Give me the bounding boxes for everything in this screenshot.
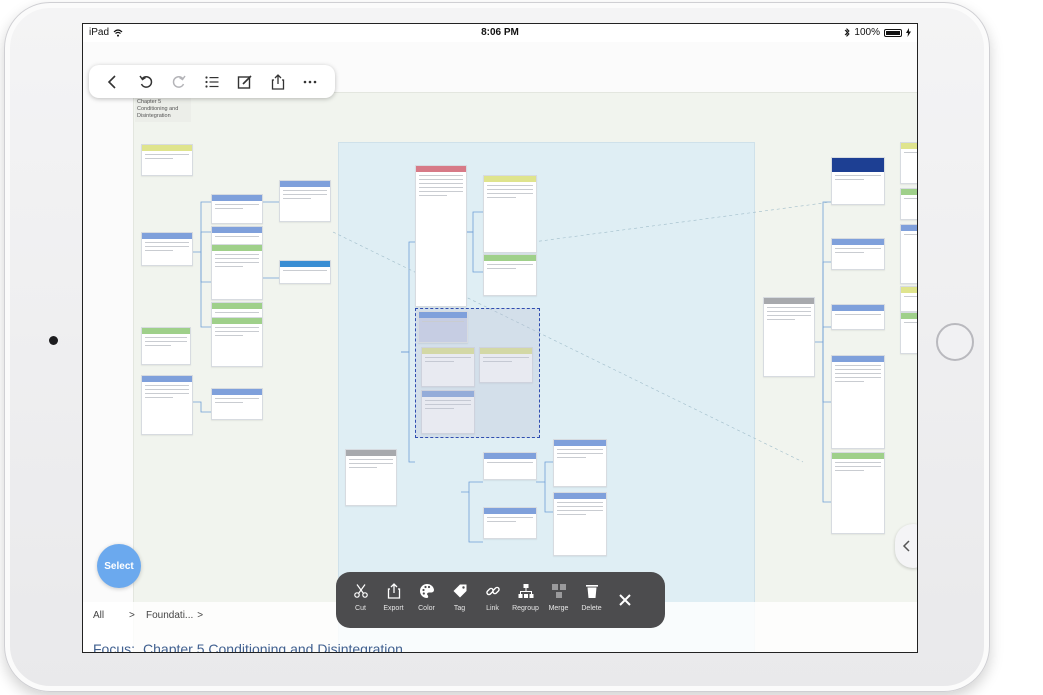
export-icon	[387, 583, 400, 599]
battery-percent: 100%	[854, 27, 880, 38]
tag-label: Tag	[453, 605, 466, 612]
note-card[interactable]	[141, 144, 193, 176]
mindmap-canvas[interactable]: Chapter 5 Conditioning and Disintegratio…	[83, 42, 917, 653]
front-camera	[49, 336, 58, 345]
charging-icon	[906, 28, 911, 37]
note-card[interactable]	[141, 327, 191, 365]
battery-icon	[884, 28, 902, 37]
breadcrumb-trailing-separator: >	[197, 610, 204, 621]
tag-action[interactable]: Tag	[443, 578, 476, 622]
note-card[interactable]	[900, 188, 917, 220]
select-button[interactable]: Select	[97, 544, 141, 588]
note-card[interactable]	[211, 317, 263, 367]
note-card[interactable]	[279, 180, 331, 222]
note-card[interactable]	[763, 297, 815, 377]
note-card[interactable]	[831, 304, 885, 330]
more-icon	[304, 80, 317, 83]
note-card[interactable]	[279, 260, 331, 284]
note-card[interactable]	[483, 254, 537, 296]
merge-icon	[551, 584, 566, 598]
regroup-label: Regroup	[512, 605, 539, 612]
note-card[interactable]	[553, 492, 607, 556]
note-card[interactable]	[483, 175, 537, 253]
note-card[interactable]	[831, 355, 885, 449]
note-card[interactable]	[211, 244, 263, 300]
breadcrumb-all[interactable]: All	[93, 610, 129, 621]
link-icon	[485, 586, 500, 596]
more-button[interactable]	[299, 71, 321, 93]
export-action[interactable]: Export	[377, 578, 410, 622]
note-card[interactable]	[211, 226, 263, 246]
breadcrumb: All > Foundati... >	[93, 610, 203, 621]
screen: iPad 8:06 PM 100% Chapter 5 Conditioning…	[82, 23, 918, 653]
note-card[interactable]	[211, 388, 263, 420]
edit-button[interactable]	[234, 71, 256, 93]
note-card[interactable]	[553, 439, 607, 487]
note-card[interactable]	[900, 286, 917, 312]
link-action[interactable]: Link	[476, 578, 509, 622]
chapter-title[interactable]: Chapter 5 Conditioning and Disintegratio…	[135, 97, 191, 123]
breadcrumb-separator: >	[129, 610, 135, 621]
tag-icon	[453, 584, 466, 598]
export-label: Export	[383, 605, 404, 612]
focus-line: Focus: Chapter 5 Conditioning and Disinte…	[93, 641, 403, 653]
bluetooth-icon	[845, 28, 851, 37]
outline-list-icon	[205, 75, 219, 88]
note-card[interactable]	[900, 142, 917, 184]
edit-icon	[237, 74, 252, 89]
close-action-bar-button[interactable]	[608, 578, 642, 622]
color-label: Color	[418, 605, 435, 612]
clock: 8:06 PM	[481, 27, 519, 38]
merge-label: Merge	[548, 605, 569, 612]
note-card[interactable]	[483, 452, 537, 480]
cut-action[interactable]: Cut	[344, 578, 377, 622]
scissors-icon	[353, 584, 368, 598]
selection-box[interactable]	[415, 308, 540, 438]
redo-icon	[172, 75, 186, 88]
home-button[interactable]	[936, 323, 974, 361]
regroup-action[interactable]: Regroup	[509, 578, 542, 622]
note-card[interactable]	[831, 157, 885, 205]
merge-action[interactable]: Merge	[542, 578, 575, 622]
selected-note-card[interactable]	[418, 311, 468, 343]
note-card[interactable]	[415, 165, 467, 307]
note-card[interactable]	[900, 312, 917, 354]
note-card[interactable]	[141, 232, 193, 266]
share-icon	[271, 73, 284, 90]
breadcrumb-item[interactable]: Foundati...	[146, 610, 193, 621]
redo-button[interactable]	[168, 71, 190, 93]
back-button[interactable]	[102, 71, 124, 93]
focus-value[interactable]: Chapter 5 Conditioning and Disintegratio…	[143, 641, 403, 652]
delete-action[interactable]: Delete	[575, 578, 608, 622]
undo-icon	[139, 75, 153, 88]
status-bar: iPad 8:06 PM 100%	[83, 24, 917, 42]
top-toolbar	[89, 65, 335, 98]
note-card[interactable]	[900, 224, 917, 284]
undo-button[interactable]	[135, 71, 157, 93]
note-card[interactable]	[211, 194, 263, 224]
palette-icon	[419, 584, 434, 598]
note-card[interactable]	[141, 375, 193, 435]
note-card[interactable]	[831, 238, 885, 270]
regroup-icon	[518, 584, 533, 598]
back-chevron-icon	[108, 74, 116, 89]
cut-label: Cut	[355, 605, 366, 612]
note-card[interactable]	[345, 449, 397, 506]
share-button[interactable]	[267, 71, 289, 93]
color-action[interactable]: Color	[410, 578, 443, 622]
outline-button[interactable]	[201, 71, 223, 93]
trash-icon	[585, 585, 598, 598]
focus-label: Focus:	[93, 641, 136, 653]
chevron-left-icon	[902, 540, 910, 552]
delete-label: Delete	[581, 605, 602, 612]
note-card[interactable]	[831, 452, 885, 534]
link-label: Link	[486, 605, 499, 612]
note-card[interactable]	[483, 507, 537, 539]
side-panel-toggle[interactable]	[895, 524, 917, 568]
selection-action-bar: Cut Export Color Tag Link Regroup Merge …	[336, 572, 665, 628]
close-icon	[619, 594, 631, 606]
